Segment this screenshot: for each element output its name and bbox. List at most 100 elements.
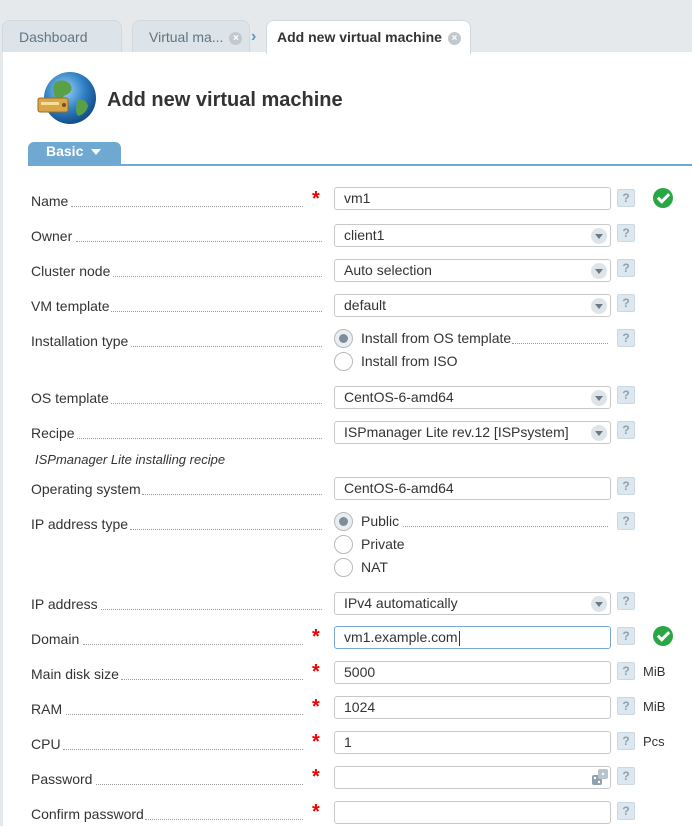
ram-input[interactable]: 1024 <box>334 696 611 719</box>
close-icon[interactable]: × <box>447 31 461 45</box>
ip-address-value: IPv4 automatically <box>344 595 458 611</box>
unit-label: Pcs <box>643 734 665 749</box>
tab-dashboard[interactable]: Dashboard <box>2 20 122 52</box>
radio-install-from-iso[interactable] <box>334 352 353 371</box>
confirm-password-label: Confirm password <box>31 806 144 822</box>
name-input[interactable]: vm1 <box>334 187 611 210</box>
password-input[interactable] <box>334 766 611 789</box>
name-label: Name <box>31 193 69 209</box>
close-icon[interactable]: × <box>229 31 243 45</box>
help-icon[interactable]: ? <box>617 477 635 495</box>
help-icon[interactable]: ? <box>617 294 635 312</box>
installation-type-label: Installation type <box>31 333 129 349</box>
domain-label: Domain <box>31 631 80 647</box>
valid-check-icon <box>653 626 673 646</box>
cluster-node-select[interactable]: Auto selection <box>334 259 611 282</box>
radio-install-from-os-template[interactable] <box>334 329 353 348</box>
required-marker: * <box>312 731 320 753</box>
required-marker: * <box>312 766 320 788</box>
help-icon[interactable]: ? <box>617 662 635 680</box>
label-leader <box>512 343 608 344</box>
radio-nat[interactable] <box>334 558 353 577</box>
password-label: Password <box>31 771 93 787</box>
ram-label: RAM <box>31 701 63 717</box>
help-icon[interactable]: ? <box>617 512 635 530</box>
recipe-select[interactable]: ISPmanager Lite rev.12 [ISPsystem] <box>334 421 611 444</box>
cluster-node-label: Cluster node <box>31 263 111 279</box>
chevron-down-icon <box>591 596 607 612</box>
tab-label: Virtual ma... <box>149 29 224 45</box>
help-icon[interactable]: ? <box>617 259 635 277</box>
label-leader <box>403 526 608 527</box>
chevron-right-icon: › <box>251 28 257 45</box>
cpu-input[interactable]: 1 <box>334 731 611 754</box>
ip-address-select[interactable]: IPv4 automatically <box>334 592 611 615</box>
main-disk-size-label: Main disk size <box>31 666 119 682</box>
help-icon[interactable]: ? <box>617 421 635 439</box>
page-title: Add new virtual machine <box>107 89 343 111</box>
help-icon[interactable]: ? <box>617 697 635 715</box>
label-leader <box>113 276 322 277</box>
nat-label[interactable]: NAT <box>361 559 388 575</box>
os-template-value: CentOS-6-amd64 <box>344 389 454 405</box>
chevron-down-icon <box>591 298 607 314</box>
label-leader <box>131 346 322 347</box>
label-leader <box>96 784 303 785</box>
vm-template-select[interactable]: default <box>334 294 611 317</box>
domain-value: vm1.example.com <box>344 629 458 645</box>
label-leader <box>66 714 303 715</box>
operating-system-label: Operating system <box>31 481 141 497</box>
tab-virtual-machines[interactable]: Virtual ma... × <box>132 20 250 52</box>
generate-password-icon[interactable] <box>591 768 609 786</box>
owner-value: client1 <box>344 227 385 243</box>
owner-select[interactable]: client1 <box>334 224 611 247</box>
valid-check-icon <box>653 188 673 208</box>
help-icon[interactable]: ? <box>617 386 635 404</box>
help-icon[interactable]: ? <box>617 329 635 347</box>
label-leader <box>76 241 322 242</box>
unit-label: MiB <box>643 699 666 714</box>
help-icon[interactable]: ? <box>617 767 635 785</box>
install-from-os-template-label[interactable]: Install from OS template <box>361 330 511 346</box>
tab-label: Add new virtual machine <box>277 29 442 45</box>
left-border <box>0 52 3 826</box>
operating-system-field: CentOS-6-amd64 <box>334 477 611 500</box>
globe-server-icon <box>37 72 96 124</box>
label-leader <box>111 311 322 312</box>
label-leader <box>71 206 303 207</box>
chevron-down-icon <box>591 390 607 406</box>
form-tab-basic[interactable]: Basic <box>28 142 121 165</box>
chevron-down-icon <box>591 425 607 441</box>
help-icon[interactable]: ? <box>617 224 635 242</box>
text-cursor <box>458 630 460 646</box>
recipe-value: ISPmanager Lite rev.12 [ISPsystem] <box>344 424 569 440</box>
help-icon[interactable]: ? <box>617 802 635 820</box>
os-template-select[interactable]: CentOS-6-amd64 <box>334 386 611 409</box>
public-label[interactable]: Public <box>361 513 399 529</box>
private-label[interactable]: Private <box>361 536 405 552</box>
confirm-password-input[interactable] <box>334 801 611 824</box>
unit-label: MiB <box>643 664 666 679</box>
tab-label: Dashboard <box>19 29 88 45</box>
ip-address-type-label: IP address type <box>31 516 129 532</box>
label-leader <box>101 609 322 610</box>
install-from-iso-label[interactable]: Install from ISO <box>361 353 457 369</box>
label-leader <box>142 494 322 495</box>
domain-input[interactable]: vm1.example.com <box>334 626 611 649</box>
help-icon[interactable]: ? <box>617 592 635 610</box>
radio-private[interactable] <box>334 535 353 554</box>
vm-template-label: VM template <box>31 298 110 314</box>
help-icon[interactable]: ? <box>617 627 635 645</box>
required-marker: * <box>312 188 320 210</box>
tab-add-virtual-machine[interactable]: Add new virtual machine × <box>266 20 471 54</box>
owner-label: Owner <box>31 228 73 244</box>
cluster-node-value: Auto selection <box>344 262 432 278</box>
vm-template-value: default <box>344 297 387 313</box>
required-marker: * <box>312 801 320 823</box>
chevron-down-icon <box>591 263 607 279</box>
main-disk-size-input[interactable]: 5000 <box>334 661 611 684</box>
label-leader <box>130 529 322 530</box>
help-icon[interactable]: ? <box>617 732 635 750</box>
help-icon[interactable]: ? <box>617 189 635 207</box>
radio-public[interactable] <box>334 512 353 531</box>
